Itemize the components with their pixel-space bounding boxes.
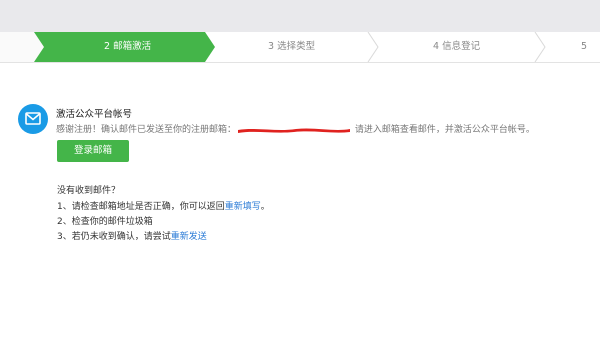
step-divider (367, 32, 379, 62)
login-email-button[interactable]: 登录邮箱 (57, 140, 129, 162)
mail-icon (18, 104, 48, 134)
activation-description: 感谢注册！确认邮件已发送至你的注册邮箱： 请进入邮箱查看邮件，并激活公众平台帐号… (56, 122, 535, 135)
desc-after: 请进入邮箱查看邮件，并激活公众平台帐号。 (354, 125, 535, 135)
top-bar (0, 0, 600, 32)
redacted-email (236, 126, 352, 134)
desc-before: 感谢注册！确认邮件已发送至你的注册邮箱： (56, 125, 237, 135)
help-item-1-end: 。 (260, 202, 270, 212)
progress-steps: 2 邮箱激活 3 选择类型 4 信息登记 5 (0, 32, 600, 63)
help-item-3-text: 3、若仍未收到确认，请尝试 (57, 232, 171, 242)
activation-title: 激活公众平台帐号 (56, 109, 133, 120)
help-item-2: 2、检查你的邮件垃圾箱 (57, 217, 153, 227)
help-item-1: 1、请检查邮箱地址是否正确，你可以返回重新填写。 (57, 199, 270, 212)
step-select-type: 3 选择类型 (268, 41, 316, 52)
resend-link[interactable]: 重新发送 (171, 232, 207, 242)
refill-link[interactable]: 重新填写 (225, 202, 261, 212)
step-email-activation: 2 邮箱激活 (104, 41, 152, 52)
step-info-register: 4 信息登记 (433, 41, 481, 52)
step-5: 5 (581, 41, 588, 52)
step-divider (534, 32, 546, 62)
help-item-3: 3、若仍未收到确认，请尝试重新发送 (57, 229, 207, 242)
help-item-1-text: 1、请检查邮箱地址是否正确，你可以返回 (57, 202, 225, 212)
help-heading: 没有收到邮件？ (57, 186, 121, 196)
